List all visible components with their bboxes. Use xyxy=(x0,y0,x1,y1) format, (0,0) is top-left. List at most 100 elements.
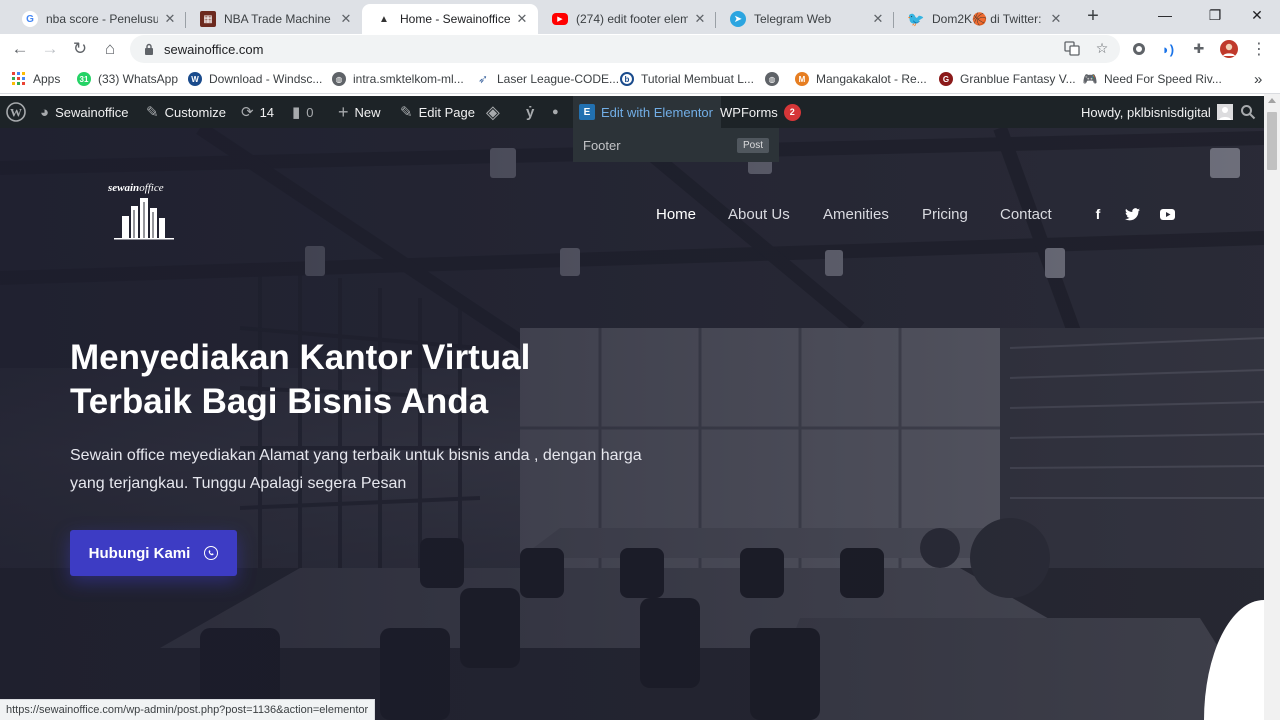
sewainoffice-icon: ▲ xyxy=(376,11,392,27)
close-tab-icon[interactable]: ✕ xyxy=(692,11,708,27)
bookmark-laser-league[interactable]: ➶ Laser League-CODE... xyxy=(476,71,619,87)
site-name-menu[interactable]: ◕ Sewainoffice xyxy=(40,96,129,128)
nav-pricing[interactable]: Pricing xyxy=(922,206,968,223)
edit-page-button[interactable]: ✎ Edit Page xyxy=(400,96,475,128)
close-tab-icon[interactable]: ✕ xyxy=(1048,11,1064,27)
extensions-puzzle-icon[interactable]: ✚ xyxy=(1190,40,1208,58)
status-bar-url: https://sewainoffice.com/wp-admin/post.p… xyxy=(0,699,376,720)
audio-extension-icon[interactable]: ◗) xyxy=(1159,40,1177,58)
nav-contact[interactable]: Contact xyxy=(1000,206,1052,223)
bookmark-label: Tutorial Membuat L... xyxy=(641,72,754,86)
scroll-thumb[interactable] xyxy=(1267,112,1277,170)
wpforms-button[interactable]: WPForms 2 xyxy=(720,96,801,128)
extension-circle-icon[interactable] xyxy=(1130,40,1148,58)
chrome-menu-icon[interactable]: ⋮ xyxy=(1250,40,1268,58)
bookmark-nfs[interactable]: 🎮 Need For Speed Riv... xyxy=(1083,71,1222,87)
nav-home[interactable]: Home xyxy=(656,206,696,223)
bookmark-intra[interactable]: ◍ intra.smktelkom-ml... xyxy=(332,71,464,87)
bookmark-star-icon[interactable]: ☆ xyxy=(1092,38,1112,58)
hubungi-kami-button[interactable]: Hubungi Kami xyxy=(70,530,237,576)
page-scrollbar[interactable] xyxy=(1264,94,1280,720)
youtube-icon[interactable] xyxy=(1159,206,1175,222)
close-tab-icon[interactable]: ✕ xyxy=(162,11,178,27)
svg-text:W: W xyxy=(10,106,22,120)
tab-title: Home - Sewainoffice xyxy=(400,12,510,26)
yoast-icon: ẏ xyxy=(526,103,535,121)
updates-button[interactable]: ⟳ 14 xyxy=(241,96,274,128)
account-menu[interactable]: Howdy, pklbisnisdigital xyxy=(1081,96,1233,128)
maximize-button[interactable]: ❐ xyxy=(1192,0,1238,30)
tab-strip: G nba score - Penelusuran ✕ ▦ NBA Trade … xyxy=(0,0,1280,34)
nav-about-us[interactable]: About Us xyxy=(728,206,790,223)
minimize-button[interactable]: — xyxy=(1142,0,1188,30)
diamond-plugin-button[interactable]: ◈ xyxy=(486,96,506,128)
tab-title: nba score - Penelusuran xyxy=(46,12,158,26)
howdy-label: Howdy, pklbisnisdigital xyxy=(1081,104,1211,120)
customize-label: Customize xyxy=(164,104,226,120)
home-button[interactable]: ⌂ xyxy=(98,37,122,61)
admin-search-button[interactable] xyxy=(1240,96,1262,128)
hero-overlay xyxy=(0,128,1264,720)
twitter-icon[interactable] xyxy=(1124,206,1140,222)
yoast-button[interactable]: ẏ xyxy=(526,96,540,128)
tab-youtube[interactable]: ▶ (274) edit footer elemen ✕ xyxy=(538,4,716,34)
windscribe-icon: W xyxy=(188,72,202,86)
globe-icon: ◍ xyxy=(332,72,346,86)
pencil-icon: ✎ xyxy=(400,104,413,121)
bookmark-windscribe[interactable]: W Download - Windsc... xyxy=(188,71,322,87)
bookmark-apps[interactable]: Apps xyxy=(12,71,60,87)
bookmark-tutorial[interactable]: b Tutorial Membuat L... xyxy=(620,71,754,87)
codex-icon: ➶ xyxy=(477,72,489,86)
customize-button[interactable]: ✎ Customize xyxy=(146,96,226,128)
tab-twitter[interactable]: 🐦 Dom2K🏀 di Twitter: "C ✕ xyxy=(894,4,1072,34)
bookmark-granblue[interactable]: G Granblue Fantasy V... xyxy=(939,71,1076,87)
close-tab-icon[interactable]: ✕ xyxy=(338,11,354,27)
scroll-up-arrow[interactable] xyxy=(1268,98,1276,103)
granblue-icon: G xyxy=(939,72,953,86)
headline-line-1: Menyediakan Kantor Virtual xyxy=(70,338,531,377)
reload-button[interactable]: ↻ xyxy=(68,37,92,61)
tab-telegram[interactable]: ➤ Telegram Web ✕ xyxy=(716,4,894,34)
new-tab-button[interactable]: + xyxy=(1082,6,1104,28)
bookmark-whatsapp[interactable]: 31 (33) WhatsApp xyxy=(77,71,178,87)
tab-sewainoffice[interactable]: ▲ Home - Sewainoffice ✕ xyxy=(362,4,538,34)
close-tab-icon[interactable]: ✕ xyxy=(870,11,886,27)
comments-button[interactable]: ▮ 0 xyxy=(292,96,314,128)
bookmark-mangakakalot[interactable]: M Mangakakalot - Re... xyxy=(795,71,927,87)
globe-icon: ◍ xyxy=(765,72,779,86)
back-button[interactable]: ← xyxy=(8,37,32,61)
bookmark-label: Mangakakalot - Re... xyxy=(816,72,927,86)
bookmark-label: (33) WhatsApp xyxy=(98,72,179,86)
building-logo-icon xyxy=(114,198,174,240)
translate-icon[interactable] xyxy=(1062,38,1082,58)
seo-status-dot: ● xyxy=(552,96,565,128)
tab-nba-trade[interactable]: ▦ NBA Trade Machine & C ✕ xyxy=(186,4,362,34)
edit-page-label: Edit Page xyxy=(418,104,475,120)
bookmarks-bar: Apps 31 (33) WhatsApp W Download - Winds… xyxy=(0,64,1280,94)
site-name-label: Sewainoffice xyxy=(55,104,129,120)
close-tab-icon[interactable]: ✕ xyxy=(514,11,530,27)
address-bar[interactable]: sewainoffice.com xyxy=(130,35,1120,63)
nba-trade-icon: ▦ xyxy=(200,11,216,27)
apps-grid-icon xyxy=(12,72,26,86)
bookmark-globe[interactable]: ◍ xyxy=(765,71,786,87)
close-window-button[interactable]: ✕ xyxy=(1234,0,1280,30)
new-content-button[interactable]: + New xyxy=(338,96,381,128)
forward-button[interactable]: → xyxy=(38,37,62,61)
elementor-dropdown-item-footer[interactable]: Footer Post xyxy=(573,128,779,162)
nav-amenities[interactable]: Amenities xyxy=(823,206,889,223)
user-avatar-icon xyxy=(1216,104,1233,120)
edit-with-elementor-button[interactable]: E Edit with Elementor xyxy=(573,96,721,128)
profile-avatar-icon[interactable] xyxy=(1220,40,1238,58)
hero-subtext: Sewain office meyediakan Alamat yang ter… xyxy=(70,447,642,492)
url-text: sewainoffice.com xyxy=(164,41,264,57)
wordpress-logo-button[interactable]: W xyxy=(6,96,32,128)
site-logo[interactable]: sewainoffice xyxy=(108,182,178,242)
hero-section: sewainoffice Home About Us Amenities Pri… xyxy=(0,128,1264,720)
whatsapp-icon xyxy=(204,546,219,560)
wp-admin-bar: W ◕ Sewainoffice ✎ Customize ⟳ 14 ▮ 0 + … xyxy=(0,96,1264,128)
bookmarks-overflow-button[interactable]: » xyxy=(1254,71,1262,88)
tab-nba-score[interactable]: G nba score - Penelusuran ✕ xyxy=(8,4,186,34)
dropdown-item-label: Footer xyxy=(583,137,621,153)
facebook-icon[interactable]: f xyxy=(1090,206,1106,222)
